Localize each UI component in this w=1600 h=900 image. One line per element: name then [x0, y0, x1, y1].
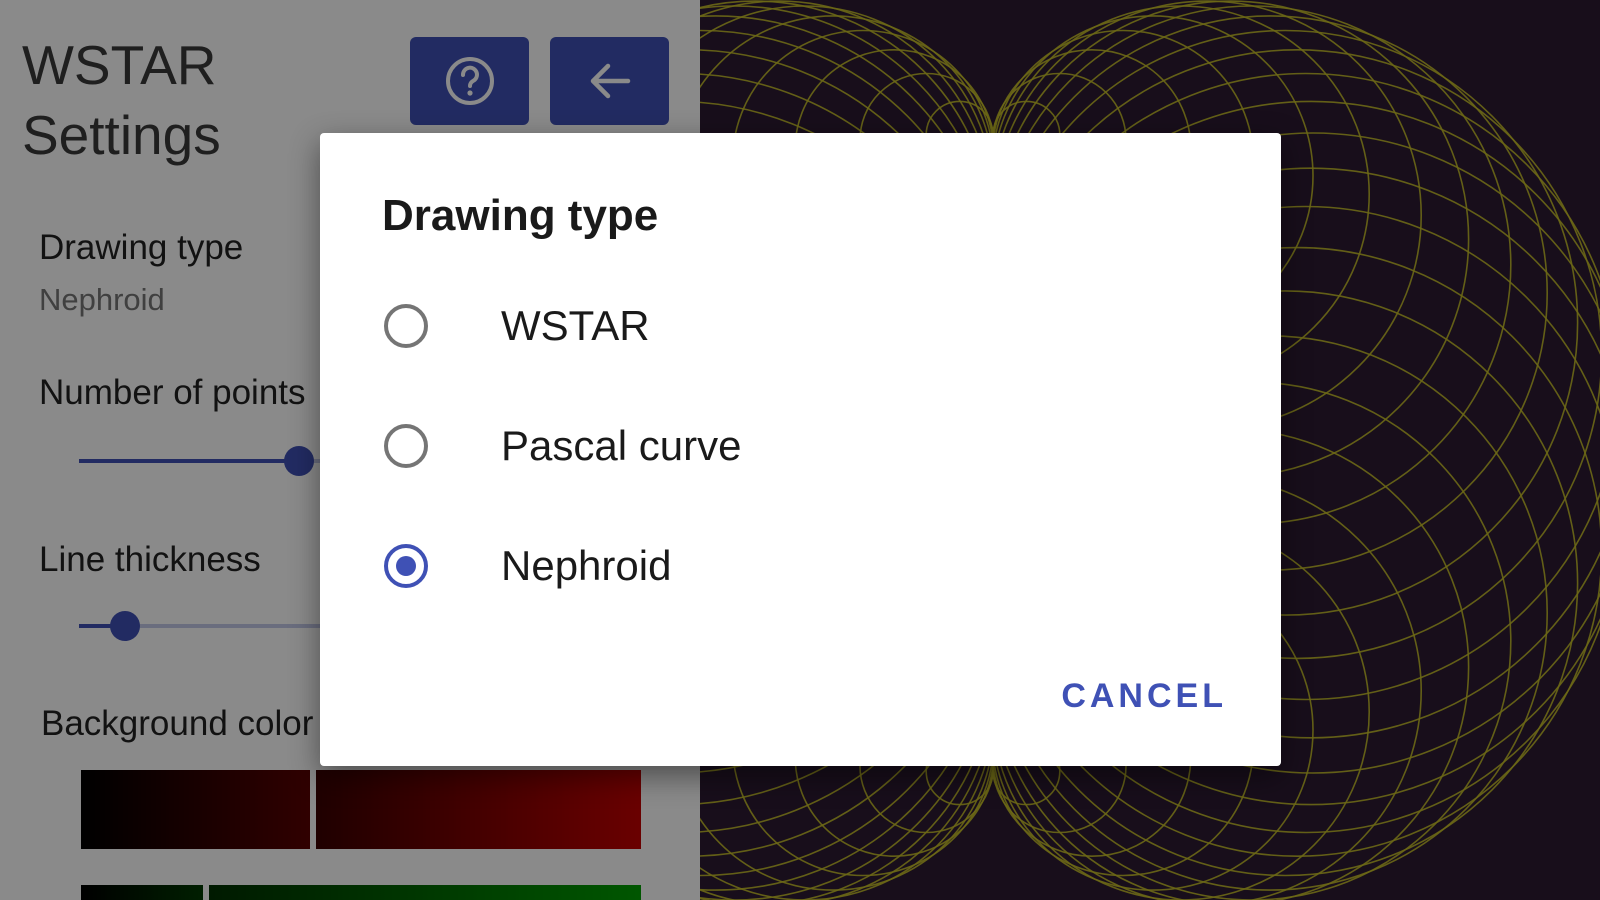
radio-button[interactable] — [384, 424, 428, 468]
option-wstar[interactable]: WSTAR — [320, 272, 1281, 384]
option-label: Nephroid — [501, 542, 672, 589]
radio-dot — [396, 556, 416, 576]
radio-button-checked[interactable] — [384, 544, 428, 588]
cancel-button[interactable]: CANCEL — [1049, 669, 1239, 724]
drawing-type-dialog: Drawing type WSTAR Pascal curve Nephroid… — [320, 133, 1281, 766]
option-pascal-curve[interactable]: Pascal curve — [320, 392, 1281, 504]
option-label: Pascal curve — [501, 422, 742, 469]
radio-button[interactable] — [384, 304, 428, 348]
dialog-title: Drawing type — [382, 191, 659, 240]
option-label: WSTAR — [501, 302, 650, 349]
option-nephroid[interactable]: Nephroid — [320, 512, 1281, 624]
